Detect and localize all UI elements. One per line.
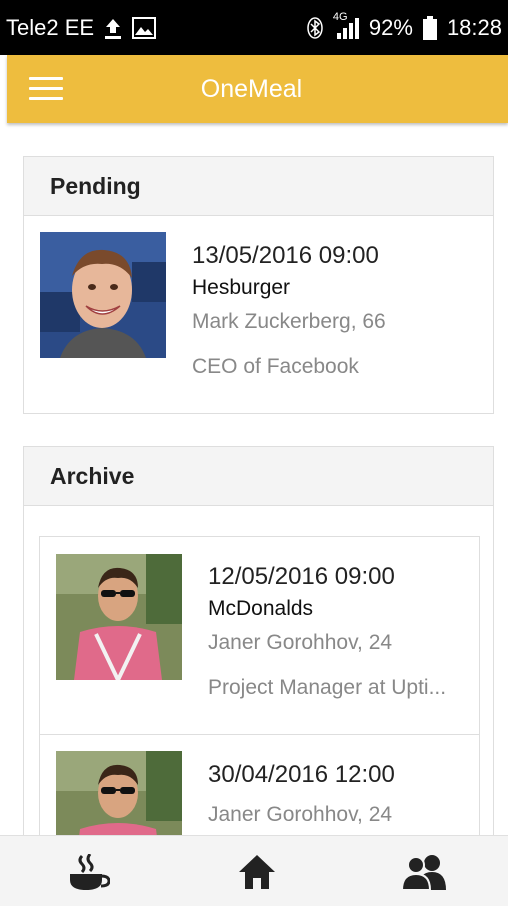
archive-header: Archive [24, 447, 493, 506]
avatar [56, 554, 182, 680]
archive-card: Archive 12/05/2016 09:00 McDonalds Janer… [23, 446, 494, 877]
bottom-nav [0, 835, 508, 906]
home-icon[interactable] [238, 854, 276, 895]
pending-header: Pending [24, 157, 493, 216]
meal-datetime: 12/05/2016 09:00 [208, 563, 395, 590]
meal-person: Mark Zuckerberg, 66 [192, 310, 386, 333]
status-bar: Tele2 EE 4G 92% 18:28 [0, 0, 508, 55]
network-type: 4G [332, 10, 348, 23]
app-bar: OneMeal [7, 55, 508, 123]
meal-place: McDonalds [208, 597, 314, 620]
app-title: OneMeal [200, 75, 303, 103]
battery-percent: 92% [368, 14, 413, 40]
bluetooth-icon [307, 16, 323, 39]
meal-person: Janer Gorohhov, 24 [208, 803, 393, 826]
meal-datetime: 30/04/2016 12:00 [208, 761, 395, 788]
signal-icon: 4G [333, 11, 359, 39]
people-icon[interactable] [400, 854, 448, 895]
meal-person: Janer Gorohhov, 24 [208, 631, 393, 654]
battery-icon [422, 15, 437, 40]
upload-icon [104, 17, 122, 39]
image-icon [132, 16, 157, 39]
coffee-cup-icon[interactable] [68, 853, 111, 897]
clock: 18:28 [446, 14, 502, 40]
meal-person-description: Project Manager at Upti... [208, 676, 447, 699]
pending-card: Pending 13/05/2016 09:00 Hesburger Mark … [23, 156, 494, 414]
carrier-name: Tele2 EE [6, 14, 95, 40]
meal-place: Hesburger [192, 276, 291, 299]
pending-item[interactable]: 13/05/2016 09:00 Hesburger Mark Zuckerbe… [24, 216, 493, 414]
hamburger-menu-icon[interactable] [29, 75, 65, 103]
meal-datetime: 13/05/2016 09:00 [192, 242, 379, 269]
avatar [40, 232, 166, 358]
meal-person-description: CEO of Facebook [192, 355, 359, 378]
archive-item[interactable]: 12/05/2016 09:00 McDonalds Janer Gorohho… [39, 536, 480, 735]
